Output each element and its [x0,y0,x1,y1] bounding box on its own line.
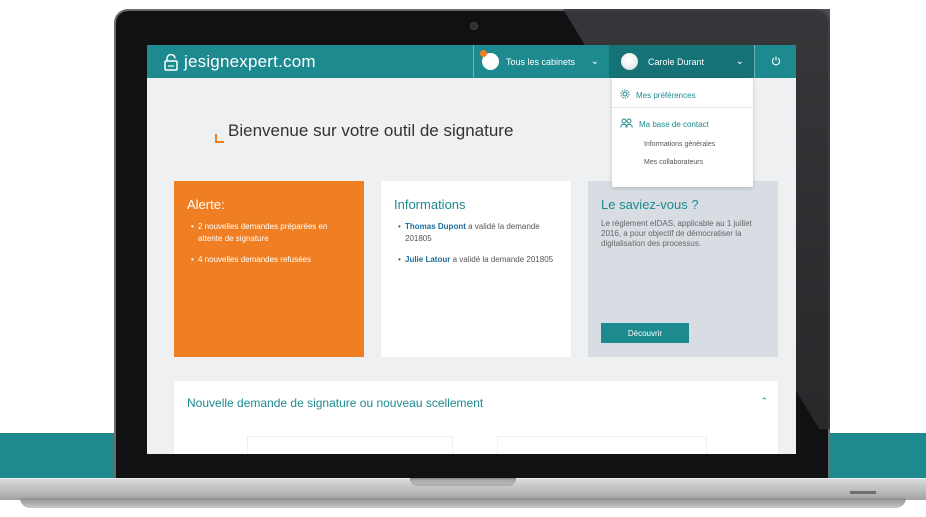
cabinets-selector[interactable]: Tous les cabinets ⌄ [473,45,609,78]
menu-item-label: Ma base de contact [639,119,709,129]
menu-item-label: Mes préférences [636,90,696,100]
menu-item-preferences[interactable]: Mes préférences [620,89,696,101]
menu-item-contacts[interactable]: Ma base de contact [620,118,709,130]
did-you-know-card: Le saviez-vous ? Le règlement eIDAS, app… [588,181,778,357]
know-text: Le règlement eIDAS, applicable au 1 juil… [601,219,752,248]
laptop-mark [850,491,876,494]
chevron-down-icon: ⌄ [590,55,599,67]
chevron-down-icon: ⌄ [735,55,744,67]
user-menu[interactable]: Carole Durant ⌄ [609,45,754,78]
new-request-title[interactable]: Nouvelle demande de signature ou nouveau… [187,396,483,410]
app-screen: jesignexpert.com Tous les cabinets ⌄ Car… [147,45,796,454]
alert-list: 2 nouvelles demandes préparées en attent… [174,212,364,266]
webcam [470,22,478,30]
cabinet-avatar [480,50,499,70]
menu-divider [612,107,753,108]
new-request-panel: Nouvelle demande de signature ou nouveau… [174,381,778,454]
info-item: Julie Latour a validé la demande 201805 [398,254,557,266]
cabinets-label: Tous les cabinets [506,56,576,67]
people-icon [620,118,633,130]
user-avatar [621,53,638,70]
user-dropdown-menu: Mes préférences Ma base de contact Infor… [612,78,753,187]
info-person-link[interactable]: Thomas Dupont [405,222,466,231]
brand-logo[interactable]: jesignexpert.com [164,52,316,72]
chevron-up-icon[interactable]: ⌃ [760,396,768,407]
accent-corner [215,134,224,143]
request-option-box[interactable] [497,436,707,454]
info-card: Informations Thomas Dupont a validé la d… [381,181,571,357]
gear-icon [620,89,630,101]
page-title: Bienvenue sur votre outil de signature [228,121,514,140]
brand-name: jesignexpert.com [184,52,316,71]
alert-card: Alerte: 2 nouvelles demandes préparées e… [174,181,364,357]
info-item: Thomas Dupont a validé la demande 201805 [398,221,557,245]
discover-button[interactable]: Découvrir [601,323,689,343]
alert-item[interactable]: 2 nouvelles demandes préparées en attent… [191,221,350,245]
marketing-stage: jesignexpert.com Tous les cabinets ⌄ Car… [0,0,926,517]
power-icon [771,53,781,71]
menu-subitem-general-info[interactable]: Informations générales [644,141,715,148]
lock-icon [164,53,178,71]
alert-item[interactable]: 4 nouvelles demandes refusées [191,254,350,266]
laptop-notch [410,478,516,486]
request-option-box[interactable] [247,436,453,454]
laptop-foot [20,498,906,508]
info-person-link[interactable]: Julie Latour [405,255,450,264]
logout-button[interactable] [754,45,796,78]
info-title: Informations [394,197,466,212]
info-item-text: a validé la demande 201805 [450,255,554,264]
welcome-heading: Bienvenue sur votre outil de signature [215,121,514,143]
user-name: Carole Durant [648,56,705,67]
info-list: Thomas Dupont a validé la demande 201805… [381,212,571,266]
top-navbar: jesignexpert.com Tous les cabinets ⌄ Car… [147,45,796,78]
menu-subitem-collaborators[interactable]: Mes collaborateurs [644,159,703,166]
alert-title: Alerte: [187,197,225,212]
